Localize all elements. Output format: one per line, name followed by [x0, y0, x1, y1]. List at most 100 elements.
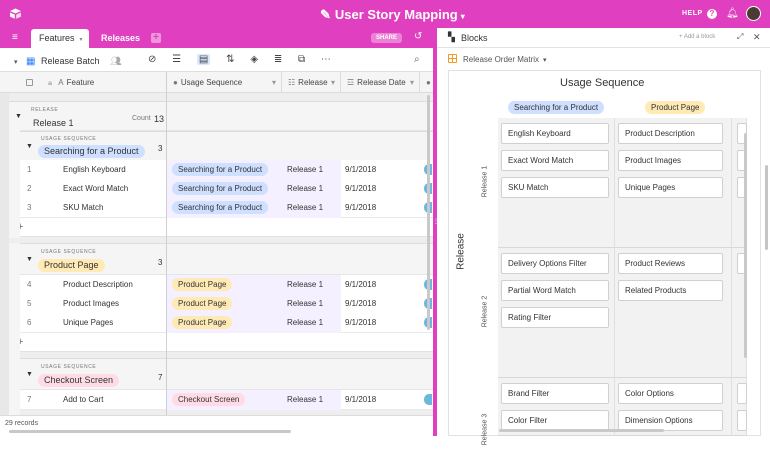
- release-cell[interactable]: Release 1: [282, 294, 341, 314]
- add-block-button[interactable]: + Add a block: [679, 34, 715, 40]
- feature-cell[interactable]: Unique Pages: [63, 313, 166, 333]
- usage-cell[interactable]: Checkout Screen: [167, 390, 282, 410]
- record-card[interactable]: Delivery Options Filter: [501, 253, 609, 274]
- record-card[interactable]: Exact Word Match: [501, 150, 609, 171]
- chevron-down-icon[interactable]: ▼: [26, 256, 33, 263]
- usage-cell[interactable]: Searching for a Product: [167, 179, 282, 199]
- column-header-release[interactable]: ☷ Release ▾: [282, 72, 341, 93]
- table-row[interactable]: 4 Product Description Product Page Release …: [9, 275, 436, 295]
- color-icon[interactable]: ◈: [250, 54, 258, 65]
- usage-cell[interactable]: Product Page: [167, 294, 282, 314]
- table-row[interactable]: 5 Product Images Product Page Release 1 9/1/…: [9, 294, 436, 314]
- close-icon[interactable]: ✕: [753, 32, 761, 43]
- release-cell[interactable]: Release 1: [282, 275, 341, 295]
- grid-horizontal-scrollbar[interactable]: [9, 430, 291, 433]
- user-avatar[interactable]: [746, 6, 761, 21]
- feature-cell[interactable]: SKU Match: [63, 198, 166, 218]
- group-header-usage-sequence[interactable]: ▼ USAGE SEQUENCE Searching for a Product…: [20, 131, 436, 161]
- table-row[interactable]: 1 English Keyboard Searching for a Product…: [9, 160, 436, 180]
- matrix-horizontal-scrollbar[interactable]: [499, 429, 664, 432]
- view-switcher[interactable]: ▾ ▦ Release Batch 👥︎: [14, 56, 122, 67]
- add-row-button[interactable]: +: [9, 218, 436, 237]
- add-row-button[interactable]: +: [9, 333, 436, 352]
- group-icon[interactable]: ▤: [196, 54, 211, 65]
- search-icon[interactable]: ⌕: [414, 54, 420, 65]
- record-card[interactable]: Rating Filter: [501, 307, 609, 328]
- select-all-checkbox[interactable]: [26, 79, 33, 87]
- grid-vertical-scrollbar[interactable]: [427, 95, 430, 330]
- matrix-block-selector[interactable]: Release Order Matrix ▾: [448, 54, 547, 64]
- release-date-cell[interactable]: 9/1/2018: [341, 390, 420, 410]
- record-card[interactable]: English Keyboard: [501, 123, 609, 144]
- release-date-cell[interactable]: 9/1/2018: [341, 179, 420, 199]
- chevron-down-icon[interactable]: ▼: [15, 113, 22, 120]
- record-card[interactable]: Dimension Options: [618, 410, 723, 431]
- release-date-cell[interactable]: 9/1/2018: [341, 275, 420, 295]
- column-header-release-date[interactable]: ☲ Release Date ▾: [341, 72, 420, 93]
- record-card[interactable]: Related Products: [618, 280, 723, 301]
- record-card[interactable]: Partial Word Match: [501, 280, 609, 301]
- record-card[interactable]: Brand Filter: [501, 383, 609, 404]
- expand-icon[interactable]: ⤢: [737, 32, 743, 42]
- table-row[interactable]: 3 SKU Match Searching for a Product Release…: [9, 198, 436, 218]
- usage-cell[interactable]: Searching for a Product: [167, 160, 282, 180]
- release-date-cell[interactable]: 9/1/2018: [341, 198, 420, 218]
- record-card[interactable]: Product Images: [618, 150, 723, 171]
- share-button[interactable]: SHARE: [371, 33, 403, 43]
- hide-fields-icon[interactable]: ⊘: [148, 54, 156, 65]
- release-cell[interactable]: Release 1: [282, 198, 341, 218]
- record-card[interactable]: Color Filter: [501, 410, 609, 431]
- help-button[interactable]: HELP: [682, 10, 703, 17]
- help-icon[interactable]: ?: [707, 9, 717, 19]
- usage-cell[interactable]: Searching for a Product: [167, 198, 282, 218]
- record-card[interactable]: Product Description: [618, 123, 723, 144]
- release-cell[interactable]: Release 1: [282, 160, 341, 180]
- share-view-icon[interactable]: ⧉: [298, 54, 305, 65]
- feature-cell[interactable]: Exact Word Match: [63, 179, 166, 199]
- column-header-feature[interactable]: 🔒︎ A Feature: [44, 72, 167, 93]
- table-row[interactable]: 2 Exact Word Match Searching for a Product…: [9, 179, 436, 199]
- table-row[interactable]: 7 Add to Cart Checkout Screen Release 1 9/1/…: [9, 390, 436, 410]
- group-header-usage-sequence[interactable]: ▼ USAGE SEQUENCE Product Page 3: [20, 243, 436, 275]
- more-icon[interactable]: ⋯: [321, 54, 331, 65]
- release-cell[interactable]: Release 1: [282, 313, 341, 333]
- record-card[interactable]: [737, 383, 747, 404]
- chevron-down-icon[interactable]: ▼: [26, 143, 33, 150]
- chevron-down-icon[interactable]: ▼: [26, 371, 33, 378]
- release-cell[interactable]: Release 1: [282, 179, 341, 199]
- feature-cell[interactable]: Product Images: [63, 294, 166, 314]
- record-card[interactable]: Unique Pages: [618, 177, 723, 198]
- usage-cell[interactable]: Product Page: [167, 275, 282, 295]
- feature-cell[interactable]: Product Description: [63, 275, 166, 295]
- table-row[interactable]: 6 Unique Pages Product Page Release 1 9/1/20…: [9, 313, 436, 333]
- filter-icon[interactable]: ☰: [172, 54, 181, 65]
- record-card[interactable]: Product Reviews: [618, 253, 723, 274]
- panel-vertical-scrollbar[interactable]: [765, 165, 768, 250]
- record-card[interactable]: [737, 410, 747, 431]
- drag-handle-icon[interactable]: ⋮: [433, 219, 439, 225]
- release-date-cell[interactable]: 9/1/2018: [341, 313, 420, 333]
- tab-features[interactable]: Features ▾: [31, 29, 89, 48]
- matrix-vertical-scrollbar[interactable]: [744, 133, 747, 358]
- tab-releases[interactable]: Releases: [101, 33, 140, 43]
- record-card[interactable]: Color Options: [618, 383, 723, 404]
- release-cell[interactable]: Release 1: [282, 390, 341, 410]
- row-height-icon[interactable]: ≣: [274, 54, 282, 65]
- feature-cell[interactable]: English Keyboard: [63, 160, 166, 180]
- record-card[interactable]: SKU Match: [501, 177, 609, 198]
- notification-bell-icon[interactable]: 🔔︎: [726, 8, 739, 19]
- menu-icon[interactable]: ≡: [12, 32, 18, 43]
- airtable-logo-icon[interactable]: [9, 8, 22, 19]
- add-table-button[interactable]: +: [151, 33, 161, 43]
- history-icon[interactable]: ↺: [414, 31, 422, 42]
- sort-icon[interactable]: ⇅: [226, 54, 234, 65]
- base-title[interactable]: ✎ User Story Mapping ▾: [320, 7, 465, 23]
- column-header-usage-sequence[interactable]: ● Usage Sequence ▾: [167, 72, 282, 93]
- usage-cell[interactable]: Product Page: [167, 313, 282, 333]
- release-date-cell[interactable]: 9/1/2018: [341, 294, 420, 314]
- pane-divider[interactable]: [433, 28, 437, 436]
- group-header-usage-sequence[interactable]: ▼ USAGE SEQUENCE Checkout Screen 7: [20, 358, 436, 390]
- release-date-cell[interactable]: 9/1/2018: [341, 160, 420, 180]
- group-header-release[interactable]: ▼ RELEASE Release 1 Count 13: [9, 101, 436, 131]
- feature-cell[interactable]: Add to Cart: [63, 390, 166, 410]
